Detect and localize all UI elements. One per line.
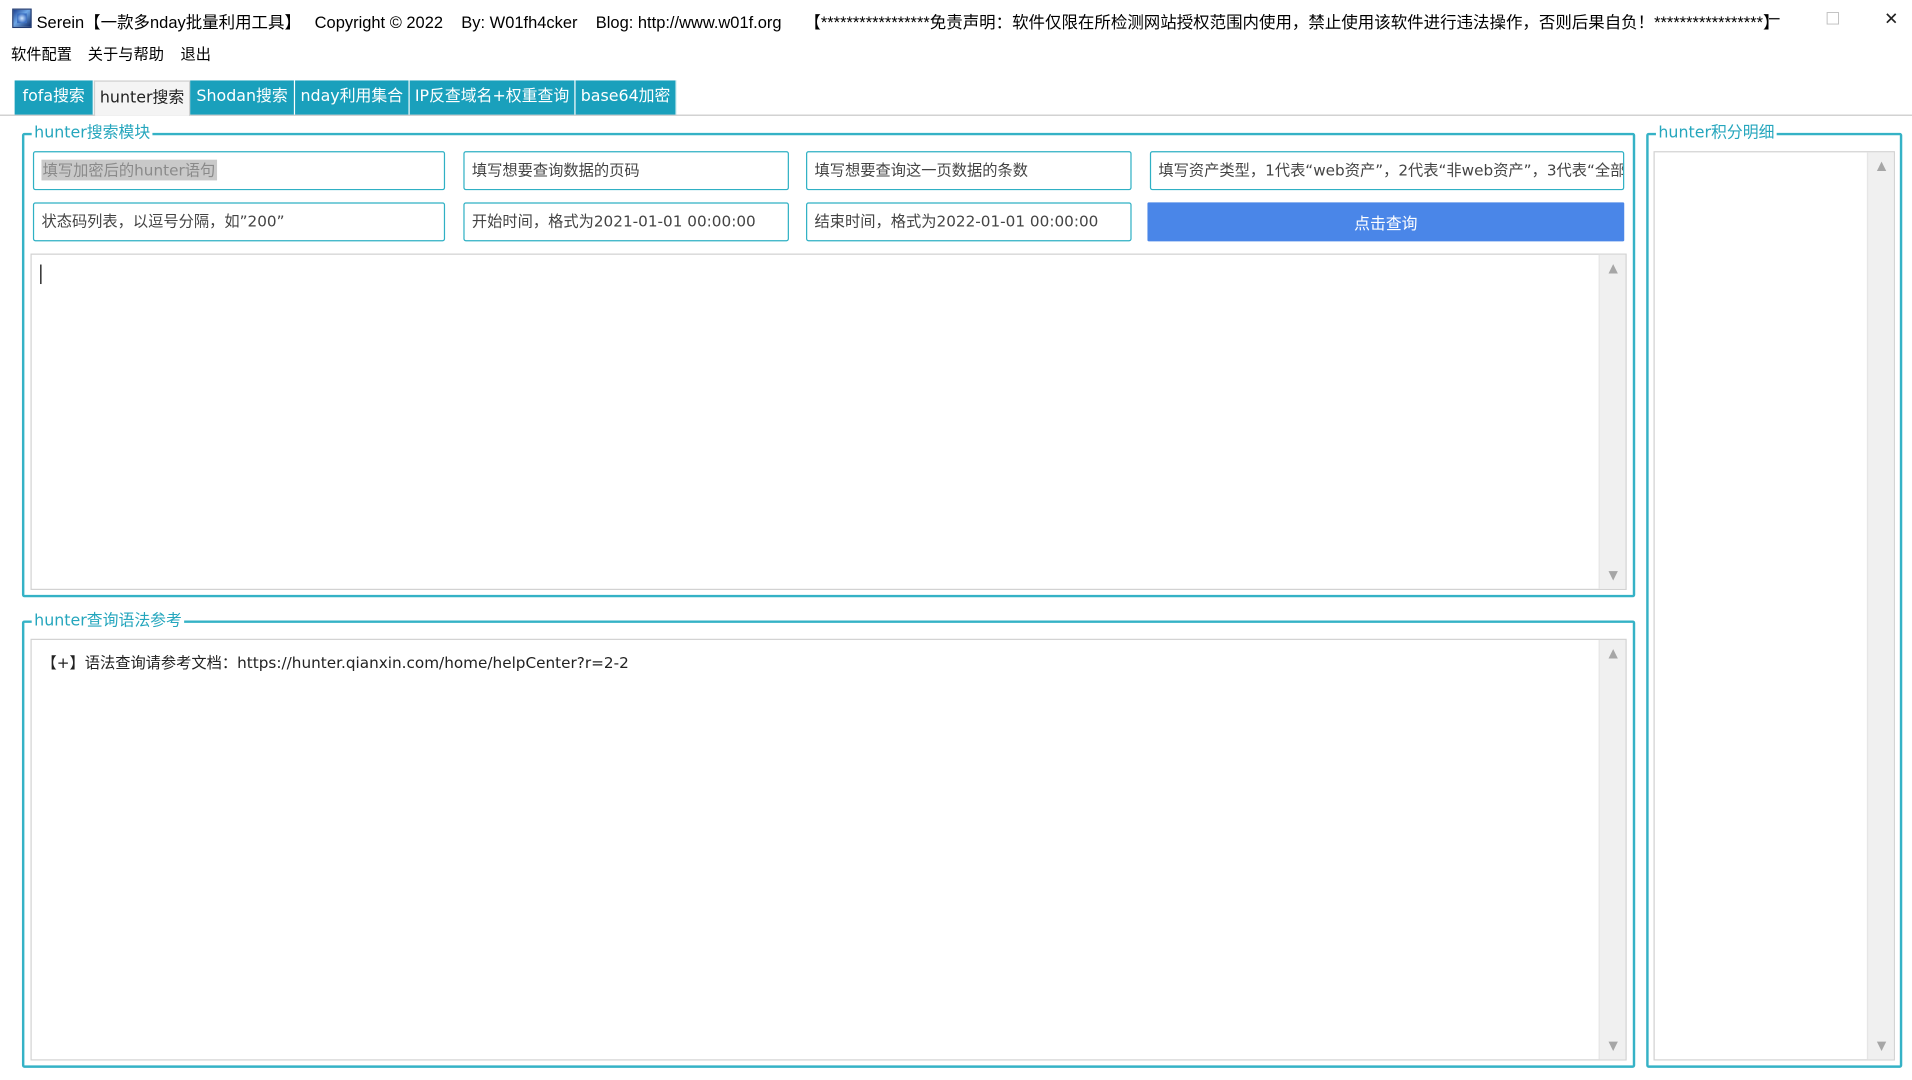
window-title: Serein【一款多nday批量利用工具】 Copyright © 2022 B… <box>36 13 1780 32</box>
scroll-up-arrow-icon[interactable]: ▲ <box>1868 155 1895 177</box>
end-time-input[interactable]: 结束时间，格式为2022-01-01 00:00:00 <box>806 202 1132 242</box>
points-detail-area[interactable]: ▲ ▼ <box>1653 151 1895 1061</box>
tab-fofa-search[interactable]: fofa搜索 <box>14 80 94 115</box>
menu-item-about-help[interactable]: 关于与帮助 <box>88 41 164 64</box>
scroll-up-arrow-icon[interactable]: ▲ <box>1600 642 1627 664</box>
query-input[interactable]: 填写加密后的hunter语句 <box>32 151 446 191</box>
group-title-syntax-reference: hunter查询语法参考 <box>31 611 185 632</box>
menu-bar: 软件配置 关于与帮助 退出 <box>0 39 1912 64</box>
tab-shodan-search[interactable]: Shodan搜索 <box>190 80 296 115</box>
text-caret <box>40 264 42 285</box>
menu-item-exit[interactable]: 退出 <box>180 41 211 64</box>
title-bar: Serein【一款多nday批量利用工具】 Copyright © 2022 B… <box>0 0 1912 40</box>
tab-strip: fofa搜索 hunter搜索 Shodan搜索 nday利用集合 IP反查域名… <box>0 80 1912 116</box>
tab-nday-collection[interactable]: nday利用集合 <box>295 80 410 115</box>
group-title-points-detail: hunter积分明细 <box>1655 124 1777 144</box>
maximize-button[interactable]: ☐ <box>1805 0 1861 39</box>
close-button[interactable]: ✕ <box>1863 0 1912 39</box>
points-scrollbar[interactable]: ▲ ▼ <box>1866 152 1895 1060</box>
start-time-input[interactable]: 开始时间，格式为2021-01-01 00:00:00 <box>463 202 789 242</box>
query-button[interactable]: 点击查询 <box>1147 202 1625 242</box>
app-window: Serein【一款多nday批量利用工具】 Copyright © 2022 B… <box>0 0 1912 1080</box>
status-codes-input[interactable]: 状态码列表，以逗号分隔，如”200” <box>32 202 446 242</box>
app-icon <box>12 8 32 29</box>
scroll-down-arrow-icon[interactable]: ▼ <box>1868 1035 1895 1057</box>
tab-hunter-search[interactable]: hunter搜索 <box>93 80 191 116</box>
syntax-reference-text: 【+】语法查询请参考文档：https://hunter.qianxin.com/… <box>41 653 629 672</box>
page-number-input[interactable]: 填写想要查询数据的页码 <box>463 151 789 191</box>
results-scrollbar[interactable]: ▲ ▼ <box>1598 254 1627 589</box>
syntax-scrollbar[interactable]: ▲ ▼ <box>1598 639 1627 1060</box>
minimize-button[interactable]: ─ <box>1746 0 1802 39</box>
page-size-input[interactable]: 填写想要查询这一页数据的条数 <box>806 151 1132 191</box>
scroll-down-arrow-icon[interactable]: ▼ <box>1600 1035 1627 1057</box>
query-placeholder: 填写加密后的hunter语句 <box>41 159 217 181</box>
asset-type-input[interactable]: 填写资产类型，1代表“web资产”，2代表“非web资产”，3代表“全部” <box>1149 151 1625 191</box>
scroll-down-arrow-icon[interactable]: ▼ <box>1600 564 1627 586</box>
results-output-area[interactable]: ▲ ▼ <box>30 253 1627 590</box>
scroll-up-arrow-icon[interactable]: ▲ <box>1600 257 1627 279</box>
group-title-search-module: hunter搜索模块 <box>31 124 153 144</box>
menu-item-settings[interactable]: 软件配置 <box>11 41 72 64</box>
syntax-reference-area[interactable]: 【+】语法查询请参考文档：https://hunter.qianxin.com/… <box>30 638 1627 1061</box>
tab-base64-encrypt[interactable]: base64加密 <box>575 80 677 115</box>
tab-ip-reverse-domain[interactable]: IP反查域名+权重查询 <box>409 80 576 115</box>
